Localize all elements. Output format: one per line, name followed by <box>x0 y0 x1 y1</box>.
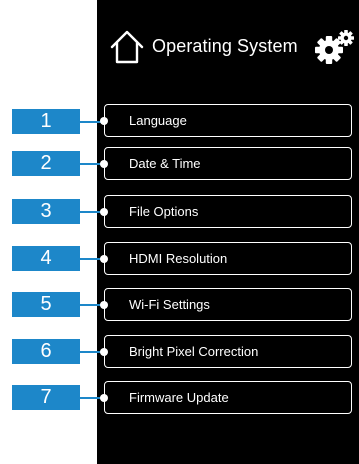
callout-badge-5: 5 <box>12 292 80 317</box>
bullet-dot <box>100 393 108 402</box>
bullet-dot <box>100 254 108 263</box>
menu-item-label: HDMI Resolution <box>129 251 228 266</box>
bullet-dot <box>100 300 108 309</box>
menu-item-hdmi-resolution[interactable]: HDMI Resolution <box>100 242 352 275</box>
page-title: Operating System <box>152 36 298 56</box>
bullet-dot <box>100 159 108 168</box>
menu-item-firmware-update[interactable]: Firmware Update <box>100 381 352 414</box>
callout-badge-6: 6 <box>12 339 80 364</box>
menu-item-bright-pixel-correction[interactable]: Bright Pixel Correction <box>100 335 352 368</box>
menu-item-label: Bright Pixel Correction <box>129 344 259 359</box>
callout-badge-3: 3 <box>12 199 80 224</box>
menu-item-label: Date & Time <box>129 156 201 171</box>
callout-badge-7: 7 <box>12 385 80 410</box>
home-icon[interactable] <box>107 26 147 66</box>
menu-item-label: Firmware Update <box>129 390 229 405</box>
bullet-dot <box>100 347 108 356</box>
menu-item-label: File Options <box>129 204 199 219</box>
callout-badge-1: 1 <box>12 109 80 134</box>
callout-badge-4: 4 <box>12 246 80 271</box>
menu-item-wifi-settings[interactable]: Wi-Fi Settings <box>100 288 352 321</box>
menu-item-language[interactable]: Language <box>100 104 352 137</box>
menu-item-date-time[interactable]: Date & Time <box>100 147 352 180</box>
menu-item-label: Wi-Fi Settings <box>129 297 210 312</box>
menu-item-label: Language <box>129 113 187 128</box>
bullet-dot <box>100 116 108 125</box>
menu-item-file-options[interactable]: File Options <box>100 195 352 228</box>
bullet-dot <box>100 207 108 216</box>
callout-badge-2: 2 <box>12 151 80 176</box>
gear-icon[interactable] <box>313 28 357 66</box>
header: Operating System <box>105 26 355 70</box>
